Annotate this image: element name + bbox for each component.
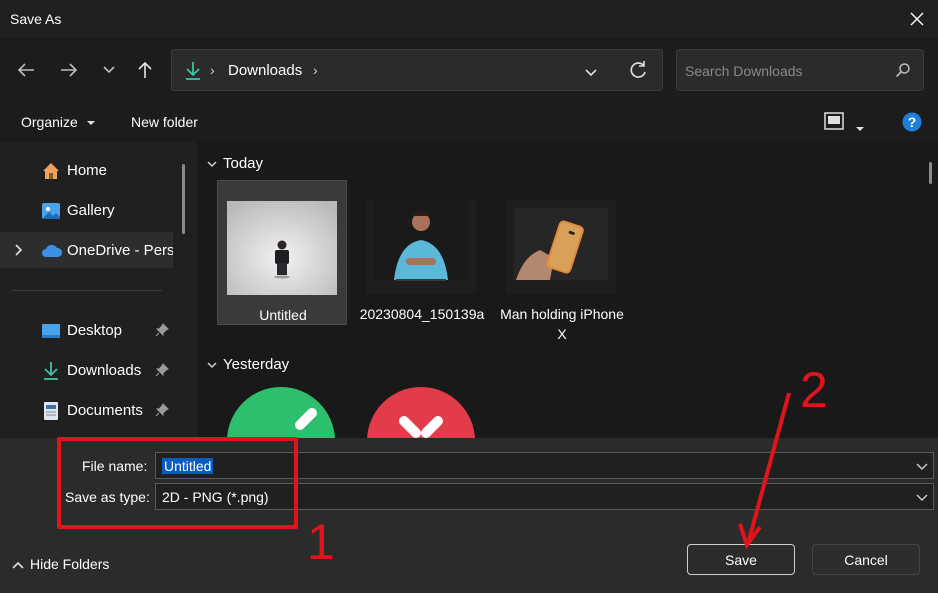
new-folder-button[interactable]: New folder <box>131 114 198 130</box>
breadcrumb-downloads[interactable]: Downloads <box>228 62 302 79</box>
sidebar-item-label: Gallery <box>67 202 115 219</box>
home-icon <box>41 161 61 181</box>
sidebar-item-desktop[interactable]: Desktop <box>0 312 173 348</box>
search-input[interactable] <box>685 60 885 82</box>
collapse-chevron-icon <box>207 356 217 373</box>
file-thumbnail <box>366 200 476 294</box>
command-bar: Organize New folder ? <box>0 102 938 142</box>
sidebar-item-downloads[interactable]: Downloads <box>0 352 173 388</box>
organize-label: Organize <box>21 114 78 130</box>
group-label: Yesterday <box>223 356 290 373</box>
recent-locations-chevron-icon[interactable] <box>95 56 123 84</box>
pin-icon[interactable] <box>155 403 169 417</box>
chevron-up-icon <box>12 561 24 569</box>
file-tile-untitled[interactable]: Untitled <box>217 180 347 325</box>
file-tile-man-holding-iphone[interactable]: Man holding iPhone X <box>497 180 627 342</box>
annotation-highlight-box <box>57 437 298 529</box>
address-bar[interactable]: › Downloads › <box>171 49 663 91</box>
sidebar-scrollbar[interactable] <box>182 164 185 234</box>
sidebar-item-documents[interactable]: Documents <box>0 392 173 428</box>
window-title: Save As <box>10 11 62 27</box>
pin-icon[interactable] <box>155 323 169 337</box>
save-as-type-dropdown-icon[interactable] <box>915 490 929 504</box>
sidebar-item-label: Documents <box>67 402 143 419</box>
group-header-today[interactable]: Today <box>207 155 263 172</box>
refresh-icon[interactable] <box>628 60 648 83</box>
hide-folders-label: Hide Folders <box>30 556 110 572</box>
file-name: 20230804_150139a <box>359 306 485 322</box>
cloud-icon <box>41 241 63 261</box>
downloads-folder-icon <box>184 61 202 84</box>
close-icon[interactable] <box>902 5 932 33</box>
forward-arrow-icon[interactable] <box>55 56 83 84</box>
sidebar-item-label: OneDrive - Perso <box>67 242 173 259</box>
organize-caret-icon <box>86 121 95 126</box>
group-label: Today <box>223 155 264 172</box>
sidebar-item-gallery[interactable]: Gallery <box>0 192 173 228</box>
sidebar-divider <box>12 290 162 291</box>
file-tile-20230804[interactable]: 20230804_150139a <box>357 180 487 325</box>
view-options-icon[interactable] <box>824 112 844 133</box>
group-header-yesterday[interactable]: Yesterday <box>207 356 289 373</box>
file-thumbnail-green-check[interactable] <box>226 387 336 438</box>
address-dropdown-icon[interactable] <box>584 65 598 81</box>
sidebar-item-label: Home <box>67 162 108 179</box>
file-name: Untitled <box>259 307 307 323</box>
collapse-chevron-icon <box>207 155 217 172</box>
file-thumbnail <box>506 200 616 294</box>
save-button[interactable]: Save <box>687 544 795 575</box>
sidebar-item-onedrive[interactable]: OneDrive - Perso <box>0 232 173 268</box>
search-icon[interactable] <box>895 62 911 81</box>
sidebar-item-label: Downloads <box>67 362 142 379</box>
organize-menu[interactable]: Organize <box>21 114 96 130</box>
view-options-caret-icon[interactable] <box>855 119 865 135</box>
navigation-pane: Home Gallery OneDrive - Perso Desktop Do… <box>0 142 197 438</box>
svg-text:?: ? <box>908 114 917 130</box>
desktop-icon <box>41 321 61 341</box>
search-box[interactable] <box>676 49 924 91</box>
sidebar-item-label: Desktop <box>67 322 123 339</box>
hide-folders-toggle[interactable]: Hide Folders <box>12 556 109 572</box>
expand-chevron-icon[interactable] <box>14 243 24 260</box>
up-arrow-icon[interactable] <box>131 56 159 84</box>
content-scrollbar[interactable] <box>929 162 932 184</box>
pin-icon[interactable] <box>155 363 169 377</box>
gallery-icon <box>41 201 61 221</box>
documents-icon <box>41 401 61 421</box>
annotation-step-2: 2 <box>800 362 828 418</box>
back-arrow-icon[interactable] <box>12 56 40 84</box>
breadcrumb-separator-icon: › <box>210 62 215 78</box>
help-icon[interactable]: ? <box>902 112 922 135</box>
address-row: › Downloads › <box>0 38 938 102</box>
downloads-icon <box>41 361 61 381</box>
cancel-button[interactable]: Cancel <box>812 544 920 575</box>
breadcrumb-chevron-icon[interactable]: › <box>313 62 318 78</box>
file-name-dropdown-icon[interactable] <box>915 459 929 473</box>
title-bar: Save As <box>0 0 938 38</box>
file-thumbnail-red-cross[interactable] <box>366 387 476 438</box>
sidebar-item-home[interactable]: Home <box>0 152 173 188</box>
file-name: Man holding iPhone X <box>500 306 624 342</box>
annotation-step-1: 1 <box>307 514 335 570</box>
file-thumbnail <box>227 201 337 295</box>
